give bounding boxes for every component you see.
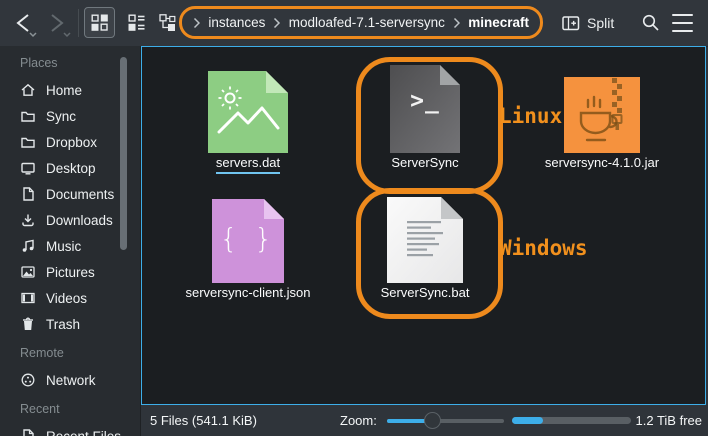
sidebar-item-downloads[interactable]: Downloads [0, 207, 140, 233]
chevron-icon [193, 17, 200, 29]
zoom-slider-fill [387, 419, 427, 423]
hamburger-icon [672, 14, 693, 16]
sidebar-item-documents[interactable]: Documents [0, 181, 140, 207]
sidebar-item-label: Home [46, 83, 82, 98]
network-icon [20, 372, 36, 388]
back-button[interactable] [8, 8, 40, 38]
zoom-slider-handle[interactable] [424, 412, 441, 429]
chevron-icon [453, 17, 460, 29]
file-label: ServerSync.bat [355, 285, 495, 301]
status-bar: 5 Files (541.1 KiB) Zoom: 1.2 TiB free [141, 405, 708, 436]
file-serversync-client-json[interactable]: { } serversync-client.json [178, 191, 318, 301]
icons-view-button[interactable] [84, 7, 115, 38]
chevron-right-icon [42, 8, 74, 38]
sidebar-item-recent-files[interactable]: Recent Files [0, 423, 140, 436]
free-space-bar-fill [512, 417, 543, 424]
sidebar-item-videos[interactable]: Videos [0, 285, 140, 311]
breadcrumb-item-minecraft[interactable]: minecraft [468, 15, 529, 30]
breadcrumb: instances modloafed-7.1-serversync minec… [179, 6, 543, 39]
section-header-remote: Remote [20, 343, 140, 363]
music-icon [20, 238, 36, 254]
split-button[interactable]: Split [562, 8, 614, 38]
split-button-label: Split [587, 15, 614, 31]
toolbar-separator [78, 9, 79, 37]
sidebar-item-label: Recent Files [46, 429, 121, 436]
file-label: servers.dat [178, 155, 318, 174]
folder-icon [20, 108, 36, 124]
linux-annotation-text: Linux [499, 104, 562, 128]
document-icon [20, 186, 36, 202]
batch-script-file-icon [387, 197, 463, 283]
sidebar-scrollbar[interactable] [120, 57, 127, 250]
files-summary: 5 Files (541.1 KiB) [150, 413, 257, 428]
dolphin-window: instances modloafed-7.1-serversync minec… [0, 0, 708, 436]
zoom-label: Zoom: [340, 413, 377, 428]
sidebar-item-label: Dropbox [46, 135, 97, 150]
sidebar-item-label: Pictures [46, 265, 95, 280]
free-space-bar [512, 417, 631, 424]
places-panel: Places Home Sync Dropbox Deskt [0, 46, 141, 436]
file-servers-dat[interactable]: servers.dat [178, 61, 318, 174]
sidebar-item-label: Music [46, 239, 81, 254]
compact-view-button[interactable] [121, 7, 152, 38]
videos-icon [20, 290, 36, 306]
details-tree-view-icon [159, 14, 176, 31]
chevron-icon [273, 17, 280, 29]
folder-view[interactable]: servers.dat >_ ServerSync [141, 46, 706, 405]
breadcrumb-item-modpack[interactable]: modloafed-7.1-serversync [289, 15, 445, 30]
sidebar-item-sync[interactable]: Sync [0, 103, 140, 129]
split-view-icon [562, 14, 580, 32]
sidebar-item-label: Trash [46, 317, 80, 332]
pictures-icon [20, 264, 36, 280]
folder-icon [20, 134, 36, 150]
sidebar-item-trash[interactable]: Trash [0, 311, 140, 337]
desktop-icon [20, 160, 36, 176]
java-archive-icon [564, 77, 640, 153]
sidebar-item-label: Documents [46, 187, 114, 202]
file-label: serversync-4.1.0.jar [531, 155, 673, 171]
download-icon [20, 212, 36, 228]
file-serversync-bat[interactable]: ServerSync.bat [355, 191, 495, 301]
sidebar-item-music[interactable]: Music [0, 233, 140, 259]
section-header-recent: Recent [20, 399, 140, 419]
search-icon [641, 13, 661, 33]
icons-view-icon [91, 14, 108, 31]
sidebar-item-label: Videos [46, 291, 87, 306]
sidebar-item-pictures[interactable]: Pictures [0, 259, 140, 285]
sidebar-item-desktop[interactable]: Desktop [0, 155, 140, 181]
file-label: ServerSync [355, 155, 495, 171]
hamburger-icon [672, 30, 693, 32]
windows-annotation-text: Windows [499, 236, 588, 260]
file-label: serversync-client.json [178, 285, 318, 301]
braces-glyph: { } [178, 222, 318, 255]
sidebar-item-network[interactable]: Network [0, 367, 140, 393]
file-serversync[interactable]: >_ ServerSync [355, 61, 495, 171]
home-icon [20, 82, 36, 98]
sidebar-item-label: Desktop [46, 161, 96, 176]
sidebar-item-label: Sync [46, 109, 76, 124]
sidebar-item-label: Network [46, 373, 96, 388]
image-file-icon [208, 71, 288, 153]
recent-files-icon [20, 428, 36, 436]
search-button[interactable] [638, 10, 664, 36]
compact-view-icon [128, 14, 145, 31]
sidebar-item-dropbox[interactable]: Dropbox [0, 129, 140, 155]
free-space-label: 1.2 TiB free [636, 413, 702, 428]
forward-button[interactable] [42, 8, 74, 38]
chevron-left-icon [8, 8, 40, 38]
sidebar-item-label: Downloads [46, 213, 113, 228]
hamburger-menu-button[interactable] [669, 14, 695, 32]
trash-icon [20, 316, 36, 332]
breadcrumb-item-instances[interactable]: instances [208, 15, 265, 30]
toolbar: instances modloafed-7.1-serversync minec… [0, 0, 708, 47]
sidebar-item-home[interactable]: Home [0, 77, 140, 103]
hamburger-icon [672, 22, 693, 24]
zoom-slider[interactable] [387, 419, 504, 423]
terminal-prompt-glyph: >_ [355, 88, 495, 114]
